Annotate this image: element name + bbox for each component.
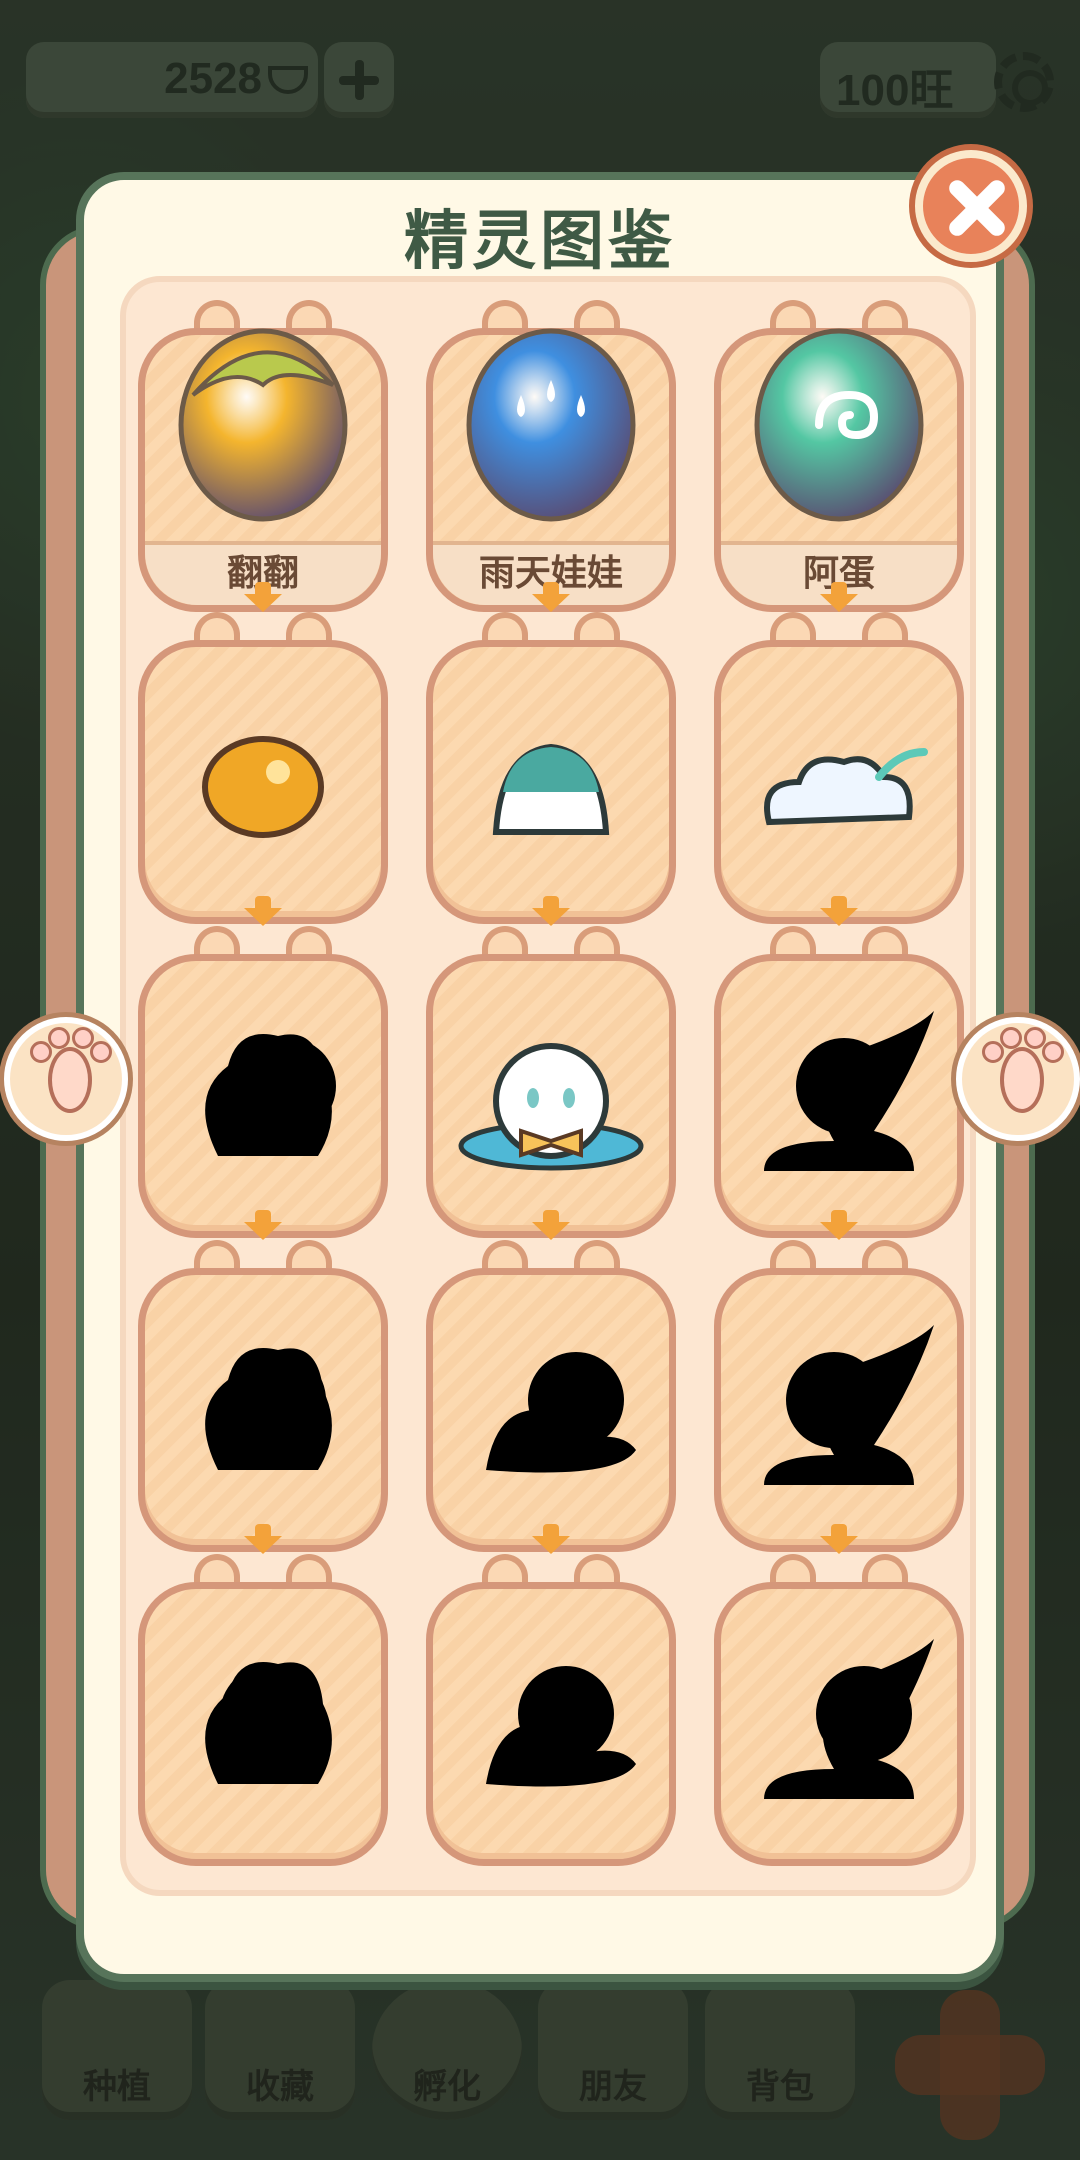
- locked-evolution-slot[interactable]: [138, 1240, 388, 1552]
- cloud-puff-icon: [714, 640, 964, 924]
- next-page-button[interactable]: [956, 1017, 1080, 1141]
- locked-evolution-slot[interactable]: [426, 1554, 676, 1866]
- creature-silhouette-icon: [714, 954, 964, 1238]
- close-button[interactable]: [915, 150, 1027, 262]
- golden-orb-icon: [138, 640, 388, 924]
- egg-slot[interactable]: 翻翻: [138, 300, 388, 612]
- arrow-down-icon: [820, 1524, 858, 1556]
- arrow-down-icon: [532, 1524, 570, 1556]
- creature-silhouette-icon: [426, 1582, 676, 1866]
- page-title: 精灵图鉴: [404, 205, 676, 279]
- codex-panel: 精灵图鉴 翻翻 雨天娃娃 阿蛋: [76, 172, 1004, 1982]
- codex-grid: 翻翻 雨天娃娃 阿蛋: [120, 276, 976, 1896]
- arrow-down-icon: [820, 896, 858, 928]
- evolution-slot[interactable]: [714, 612, 964, 924]
- locked-evolution-slot[interactable]: [426, 1240, 676, 1552]
- ghost-with-bowtie-icon: [426, 954, 676, 1238]
- locked-evolution-slot[interactable]: [714, 926, 964, 1238]
- creature-silhouette-icon: [138, 1582, 388, 1866]
- locked-evolution-slot[interactable]: [714, 1554, 964, 1866]
- arrow-down-icon: [532, 896, 570, 928]
- blue-raindrop-egg-icon: [426, 310, 676, 540]
- creature-silhouette-icon: [138, 1268, 388, 1552]
- locked-evolution-slot[interactable]: [138, 926, 388, 1238]
- evolution-slot[interactable]: [426, 612, 676, 924]
- egg-slot[interactable]: 雨天娃娃: [426, 300, 676, 612]
- arrow-down-icon: [532, 582, 570, 614]
- locked-evolution-slot[interactable]: [714, 1240, 964, 1552]
- prev-page-button[interactable]: [4, 1017, 128, 1141]
- creature-silhouette-icon: [714, 1582, 964, 1866]
- evolution-slot[interactable]: [426, 926, 676, 1238]
- egg-slot[interactable]: 阿蛋: [714, 300, 964, 612]
- arrow-down-icon: [532, 1210, 570, 1242]
- locked-evolution-slot[interactable]: [138, 1554, 388, 1866]
- arrow-down-icon: [244, 1524, 282, 1556]
- evolution-slot[interactable]: [138, 612, 388, 924]
- creature-silhouette-icon: [426, 1268, 676, 1552]
- jelly-pudding-icon: [426, 640, 676, 924]
- creature-silhouette-icon: [714, 1268, 964, 1552]
- green-swirl-egg-icon: [714, 310, 964, 540]
- arrow-down-icon: [244, 896, 282, 928]
- arrow-down-icon: [244, 1210, 282, 1242]
- arrow-down-icon: [244, 582, 282, 614]
- arrow-down-icon: [820, 582, 858, 614]
- yellow-leaf-egg-icon: [138, 310, 388, 540]
- arrow-down-icon: [820, 1210, 858, 1242]
- creature-silhouette-icon: [138, 954, 388, 1238]
